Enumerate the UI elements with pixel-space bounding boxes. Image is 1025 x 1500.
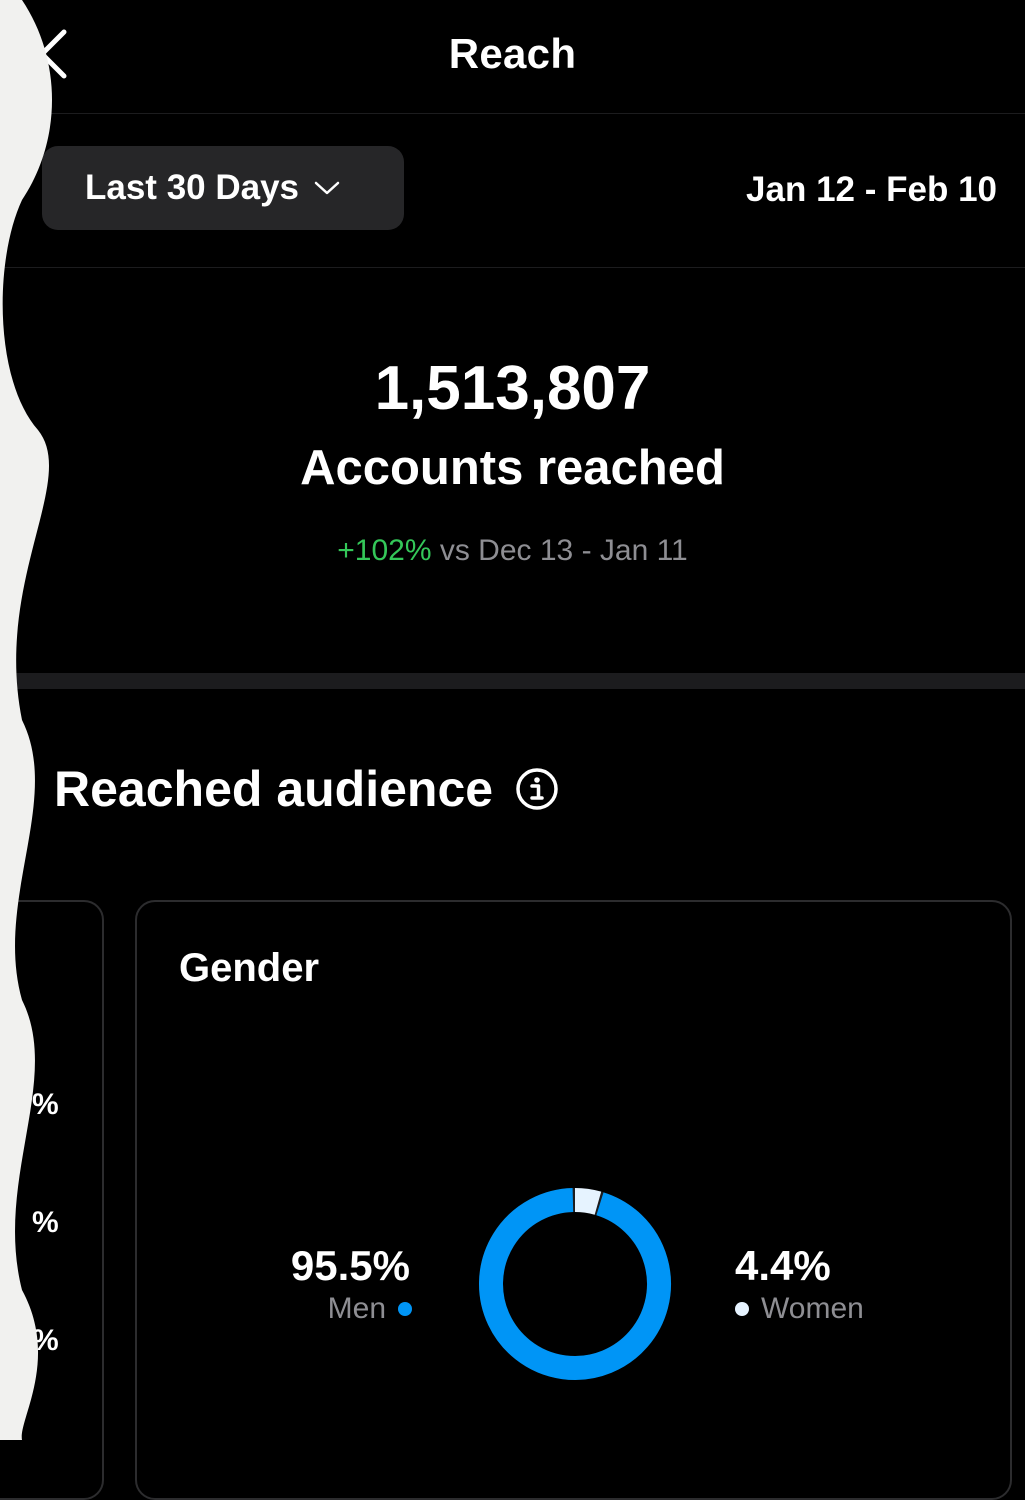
chevron-down-icon bbox=[313, 180, 341, 196]
women-slice bbox=[574, 1188, 602, 1215]
women-percent: 4.4% bbox=[735, 1242, 831, 1289]
filter-row: Last 30 Days Jan 12 - Feb 10 bbox=[0, 114, 1025, 268]
men-legend: Men bbox=[328, 1292, 412, 1326]
page-title: Reach bbox=[448, 30, 577, 77]
section-divider bbox=[0, 673, 1025, 689]
women-legend: Women bbox=[735, 1292, 864, 1326]
comparison-period: vs Dec 13 - Jan 11 bbox=[439, 534, 688, 567]
change-percent: +102% bbox=[337, 534, 432, 567]
men-label: Men bbox=[327, 1292, 386, 1325]
women-label: Women bbox=[761, 1292, 864, 1325]
reached-audience-heading: Reached audience bbox=[54, 760, 559, 818]
date-range-dropdown[interactable]: Last 30 Days bbox=[42, 146, 404, 230]
accounts-reached-label: Accounts reached bbox=[300, 441, 725, 495]
women-dot-icon bbox=[735, 1302, 749, 1316]
men-slice bbox=[479, 1188, 671, 1380]
date-range-label: Last 30 Days bbox=[85, 168, 300, 207]
comparison-text: +102% vs Dec 13 - Jan 11 bbox=[0, 534, 1025, 568]
info-icon[interactable] bbox=[515, 767, 559, 811]
section-title-text: Reached audience bbox=[54, 761, 494, 817]
gender-donut-chart bbox=[479, 1188, 671, 1380]
gender-card-title: Gender bbox=[179, 946, 320, 990]
accounts-reached-value: 1,513,807 bbox=[374, 354, 651, 423]
torn-edge-decoration bbox=[0, 0, 52, 1440]
men-dot-icon bbox=[398, 1302, 412, 1316]
top-bar: Reach bbox=[0, 0, 1025, 114]
men-percent: 95.5% bbox=[290, 1242, 410, 1289]
date-range-text: Jan 12 - Feb 10 bbox=[746, 170, 997, 209]
gender-card[interactable]: Gender 95.5% Men 4.4% Women bbox=[135, 900, 1012, 1500]
reach-summary: 1,513,807 Accounts reached +102% vs Dec … bbox=[0, 268, 1025, 673]
